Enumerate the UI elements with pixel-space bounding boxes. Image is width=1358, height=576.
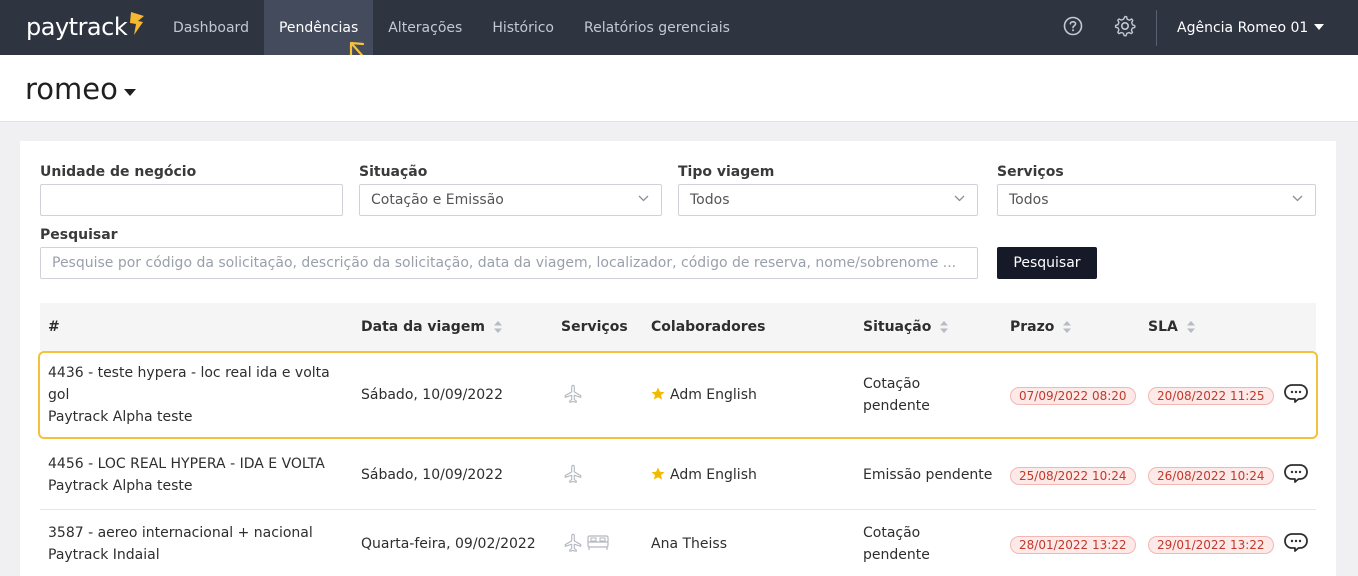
unit-field[interactable]: [40, 184, 343, 216]
pending-requests-card: Unidade de negócio Situação Tipo viagem …: [20, 141, 1336, 576]
caret-down-icon: [123, 88, 136, 96]
situation: Emissão pendente: [863, 467, 993, 483]
chat-icon[interactable]: [1283, 382, 1309, 406]
col-travel-date-label: Data da viagem: [361, 319, 485, 335]
sort-icon: [493, 321, 502, 333]
deadline-badge: 07/09/2022 08:20: [1010, 387, 1136, 405]
plane-icon: [564, 533, 582, 552]
star-icon: [651, 387, 665, 400]
sort-icon: [940, 321, 949, 333]
travel-date: Quarta-feira, 09/02/2022: [361, 536, 536, 552]
chevron-down-icon: [1292, 195, 1303, 202]
deadline-badge: 28/01/2022 13:22: [1010, 536, 1136, 554]
col-situation[interactable]: Situação: [863, 319, 949, 335]
plane-icon: [564, 384, 582, 403]
agency-name: Agência Romeo 01: [1177, 19, 1309, 36]
deadline-badge: 25/08/2022 10:24: [1010, 467, 1136, 485]
request-title: 4456 - LOC REAL HYPERA - IDA E VOLTA Pay…: [48, 453, 325, 497]
company-name: Paytrack Indaial: [48, 547, 160, 563]
col-id: #: [48, 319, 60, 335]
services-select[interactable]: Todos: [997, 184, 1316, 216]
trip-type-value: Todos: [690, 192, 730, 208]
table-header: # Data da viagem Serviços Colaboradores …: [40, 303, 1316, 351]
nav-historico[interactable]: Histórico: [477, 0, 569, 55]
sla-badge: 26/08/2022 10:24: [1148, 467, 1274, 485]
col-sla[interactable]: SLA: [1148, 319, 1195, 335]
chat-icon[interactable]: [1283, 531, 1309, 555]
situation: Cotação pendente: [863, 376, 930, 414]
trip-type-select[interactable]: Todos: [678, 184, 978, 216]
gear-icon[interactable]: [1113, 14, 1137, 38]
services-label: Serviços: [997, 164, 1064, 180]
collaborator: Ana Theiss: [651, 536, 727, 552]
col-situation-label: Situação: [863, 319, 932, 335]
chat-icon[interactable]: [1283, 462, 1309, 486]
page-title-selector[interactable]: romeo: [25, 72, 136, 106]
sort-icon: [1186, 321, 1195, 333]
logo-text: paytrack: [26, 13, 128, 41]
hotel-bed-icon: [587, 535, 609, 550]
logo-bolt-icon: [130, 12, 145, 35]
services-value: Todos: [1009, 192, 1049, 208]
nav-dashboard[interactable]: Dashboard: [158, 0, 264, 55]
collaborator: Adm English: [651, 384, 757, 406]
services-icons: [562, 463, 584, 485]
page-title: romeo: [25, 72, 118, 106]
search-label: Pesquisar: [40, 227, 118, 243]
paytrack-logo[interactable]: paytrack: [26, 12, 145, 42]
services-icons: [562, 383, 584, 405]
nav-divider: [1156, 10, 1157, 46]
col-collaborators: Colaboradores: [651, 319, 766, 335]
situation-value: Cotação e Emissão: [371, 192, 504, 208]
trip-type-label: Tipo viagem: [678, 164, 775, 180]
main-nav: Dashboard Pendências Alterações Históric…: [158, 0, 745, 55]
situation-label: Situação: [359, 164, 428, 180]
page-header: romeo: [0, 55, 1358, 122]
situation: Cotação pendente: [863, 525, 930, 563]
search-input[interactable]: Pesquise por código da solicitação, desc…: [40, 247, 978, 279]
sla-badge: 20/08/2022 11:25: [1148, 387, 1274, 405]
sla-badge: 29/01/2022 13:22: [1148, 536, 1274, 554]
chevron-down-icon: [638, 195, 649, 202]
chevron-down-icon: [1314, 23, 1325, 30]
col-travel-date[interactable]: Data da viagem: [361, 319, 502, 335]
table-row[interactable]: 4436 - teste hypera - loc real ida e vol…: [38, 351, 1318, 439]
travel-date: Sábado, 10/09/2022: [361, 387, 503, 403]
table-row[interactable]: 4456 - LOC REAL HYPERA - IDA E VOLTA Pay…: [40, 441, 1316, 510]
travel-date: Sábado, 10/09/2022: [361, 467, 503, 483]
col-sla-label: SLA: [1148, 319, 1178, 335]
request-title: 3587 - aereo internacional + nacional Pa…: [48, 522, 313, 566]
col-deadline-label: Prazo: [1010, 319, 1055, 335]
unit-label: Unidade de negócio: [40, 164, 197, 180]
help-circle-icon[interactable]: [1062, 15, 1084, 37]
search-button[interactable]: Pesquisar: [997, 247, 1097, 279]
chevron-down-icon: [954, 195, 965, 202]
nav-relatorios-gerenciais[interactable]: Relatórios gerenciais: [569, 0, 745, 55]
company-name: Paytrack Alpha teste: [48, 478, 193, 494]
situation-select[interactable]: Cotação e Emissão: [359, 184, 662, 216]
collaborator: Adm English: [651, 464, 757, 486]
services-icons: [562, 532, 610, 554]
agency-selector[interactable]: Agência Romeo 01: [1177, 0, 1325, 55]
star-icon: [651, 467, 665, 480]
top-navigation-bar: paytrack Dashboard Pendências Alterações…: [0, 0, 1358, 55]
col-deadline[interactable]: Prazo: [1010, 319, 1072, 335]
company-name: Paytrack Alpha teste: [48, 409, 193, 425]
plane-icon: [564, 464, 582, 483]
sort-icon: [1063, 321, 1072, 333]
col-services: Serviços: [561, 319, 628, 335]
request-title: 4436 - teste hypera - loc real ida e vol…: [48, 362, 330, 428]
table-row[interactable]: 3587 - aereo internacional + nacional Pa…: [40, 510, 1316, 576]
